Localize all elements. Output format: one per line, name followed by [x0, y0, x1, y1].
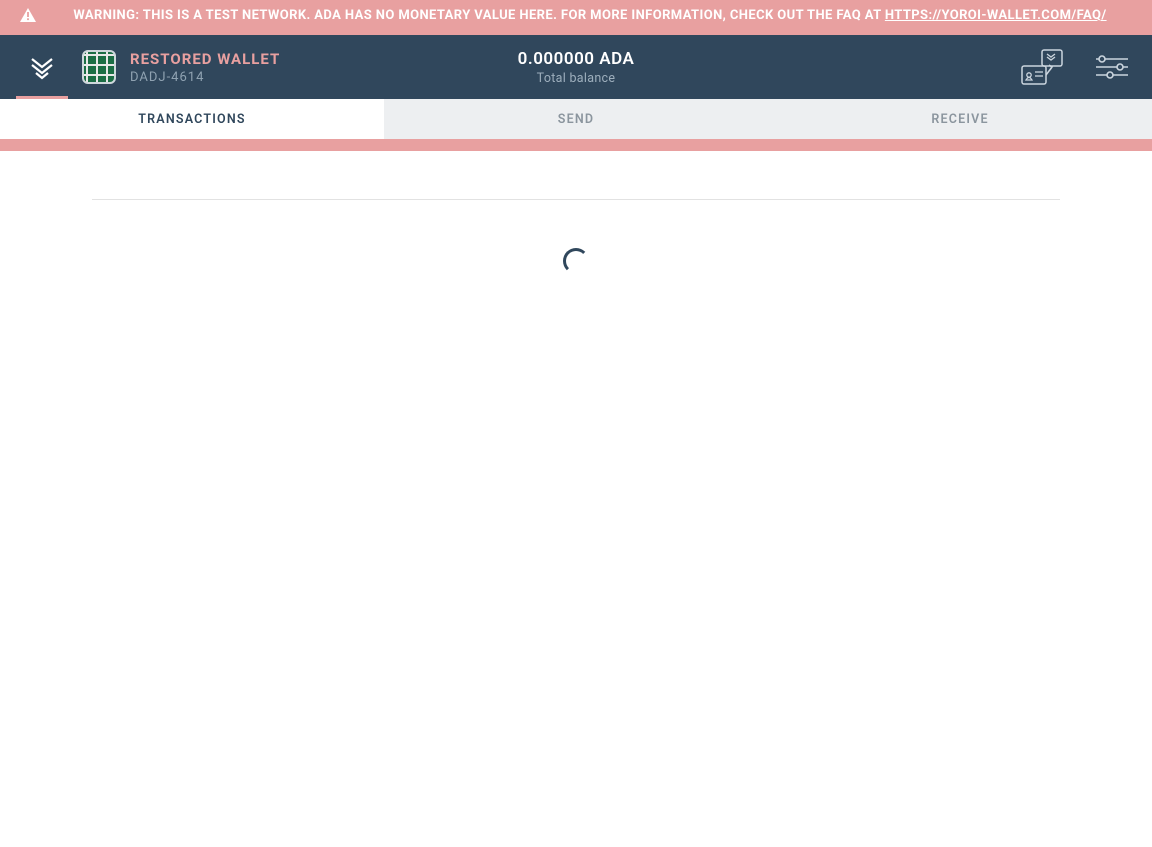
balance-block: 0.000000 ADA Total balance	[518, 49, 635, 86]
spinner-icon	[563, 248, 589, 274]
wallet-hash: DADJ-4614	[130, 70, 280, 85]
tab-accent-strip	[0, 139, 1152, 151]
yoroi-logo-icon	[26, 51, 58, 83]
tab-label: TRANSACTIONS	[138, 112, 245, 127]
paper-wallet-icon	[1020, 48, 1064, 86]
test-network-warning-banner: WARNING: THIS IS A TEST NETWORK. ADA HAS…	[0, 0, 1152, 35]
wallet-header: RESTORED WALLET DADJ-4614 0.000000 ADA T…	[0, 35, 1152, 99]
wallet-tabs: TRANSACTIONS SEND RECEIVE	[0, 99, 1152, 139]
wallet-name: RESTORED WALLET	[130, 50, 280, 68]
home-button[interactable]	[16, 35, 68, 99]
tab-send[interactable]: SEND	[384, 99, 768, 139]
wallet-avatar	[82, 50, 116, 84]
wallet-info: RESTORED WALLET DADJ-4614	[130, 50, 280, 85]
tab-label: RECEIVE	[931, 112, 988, 127]
settings-sliders-icon	[1096, 55, 1128, 79]
tab-transactions[interactable]: TRANSACTIONS	[0, 99, 384, 139]
loading-indicator	[563, 248, 589, 274]
tab-label: SEND	[558, 112, 594, 127]
warning-text: WARNING: THIS IS A TEST NETWORK. ADA HAS…	[48, 6, 1132, 26]
warning-faq-link[interactable]: HTTPS://YOROI-WALLET.COM/FAQ/	[885, 8, 1107, 23]
balance-label: Total balance	[518, 71, 635, 86]
active-nav-indicator	[16, 96, 68, 99]
warning-prefix: WARNING: THIS IS A TEST NETWORK. ADA HAS…	[73, 8, 884, 23]
content-divider	[92, 199, 1060, 200]
tab-receive[interactable]: RECEIVE	[768, 99, 1152, 139]
warning-icon	[20, 8, 36, 29]
balance-amount: 0.000000 ADA	[518, 49, 635, 69]
transactions-content	[0, 151, 1152, 274]
paper-wallet-button[interactable]	[1020, 48, 1064, 86]
settings-button[interactable]	[1096, 55, 1128, 79]
